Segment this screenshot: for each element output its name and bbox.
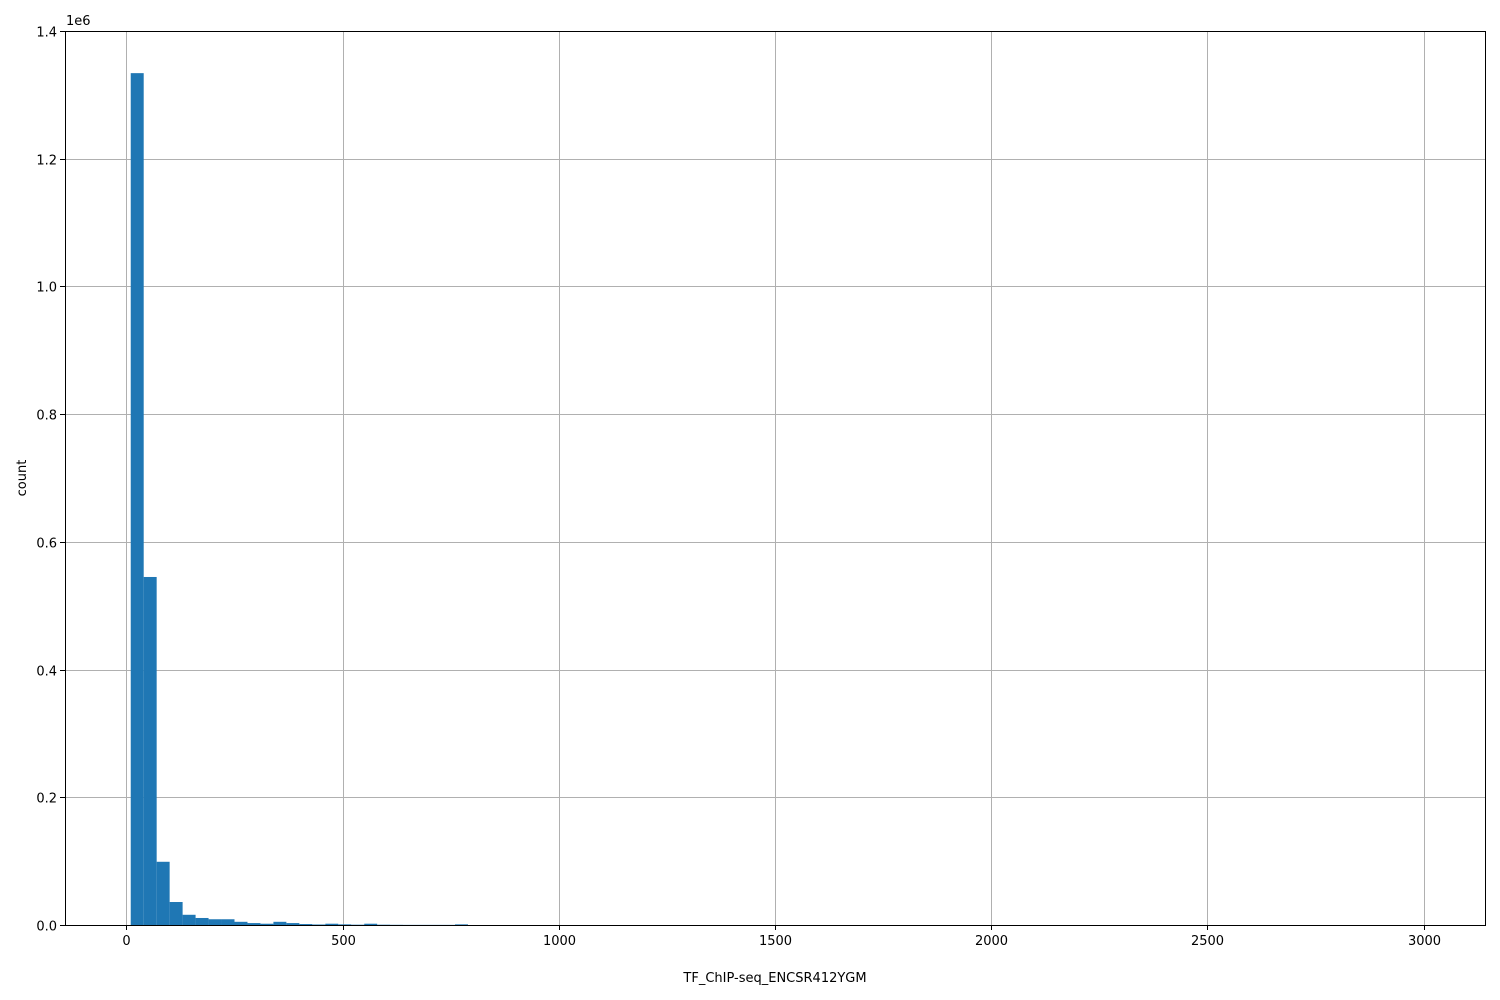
y-tick-label: 0.4: [36, 665, 57, 680]
x-tick-label: 2000: [975, 934, 1008, 949]
x-tick-label: 3000: [1408, 934, 1441, 949]
histogram-bar: [312, 924, 326, 925]
x-tick-label: 500: [331, 934, 356, 949]
x-tick-label: 1000: [543, 934, 576, 949]
y-tick-label: 0.8: [36, 409, 57, 424]
grid: [65, 31, 1485, 926]
histogram-bar: [208, 919, 222, 925]
x-tick-label: 1500: [759, 934, 792, 949]
histogram-bar: [299, 924, 313, 925]
y-tick-label: 0.0: [36, 920, 57, 935]
histogram-bar: [143, 576, 157, 925]
histogram-bar: [325, 923, 339, 925]
x-tick-label: 2500: [1191, 934, 1224, 949]
x-axis: 0 500 1000 1500 2000 2500 3000: [122, 925, 1441, 949]
histogram-chart: 0 500 1000 1500 2000 2500 3000 0.0 0.2 0.4 0.6 0.8…: [15, 14, 1486, 986]
histogram-bar: [364, 923, 378, 925]
histogram-bar: [234, 921, 248, 925]
y-offset-text: 1e6: [66, 14, 91, 29]
histogram-bar: [156, 861, 170, 925]
histogram-bar: [169, 902, 183, 925]
histogram-bar: [221, 919, 235, 925]
x-axis-label: TF_ChIP-seq_ENCSR412YGM: [682, 971, 866, 986]
histogram-bar: [455, 924, 468, 925]
histogram-bar: [273, 921, 287, 925]
y-axis: 0.0 0.2 0.4 0.6 0.8 1.0 1.2 1.4: [36, 26, 65, 935]
y-tick-label: 1.4: [36, 26, 57, 41]
y-axis-label: count: [15, 460, 30, 497]
histogram-bar: [286, 923, 300, 925]
histogram-bar: [260, 923, 274, 925]
y-tick-label: 0.2: [36, 792, 57, 807]
y-tick-label: 0.6: [36, 537, 57, 552]
x-tick-label: 0: [122, 934, 130, 949]
histogram-bar: [247, 923, 261, 925]
histogram-bar: [130, 73, 144, 926]
histogram-bar: [195, 917, 209, 925]
y-tick-label: 1.0: [36, 281, 57, 296]
y-tick-label: 1.2: [36, 154, 57, 169]
histogram-bar: [182, 914, 196, 925]
histogram-bar: [338, 924, 352, 925]
